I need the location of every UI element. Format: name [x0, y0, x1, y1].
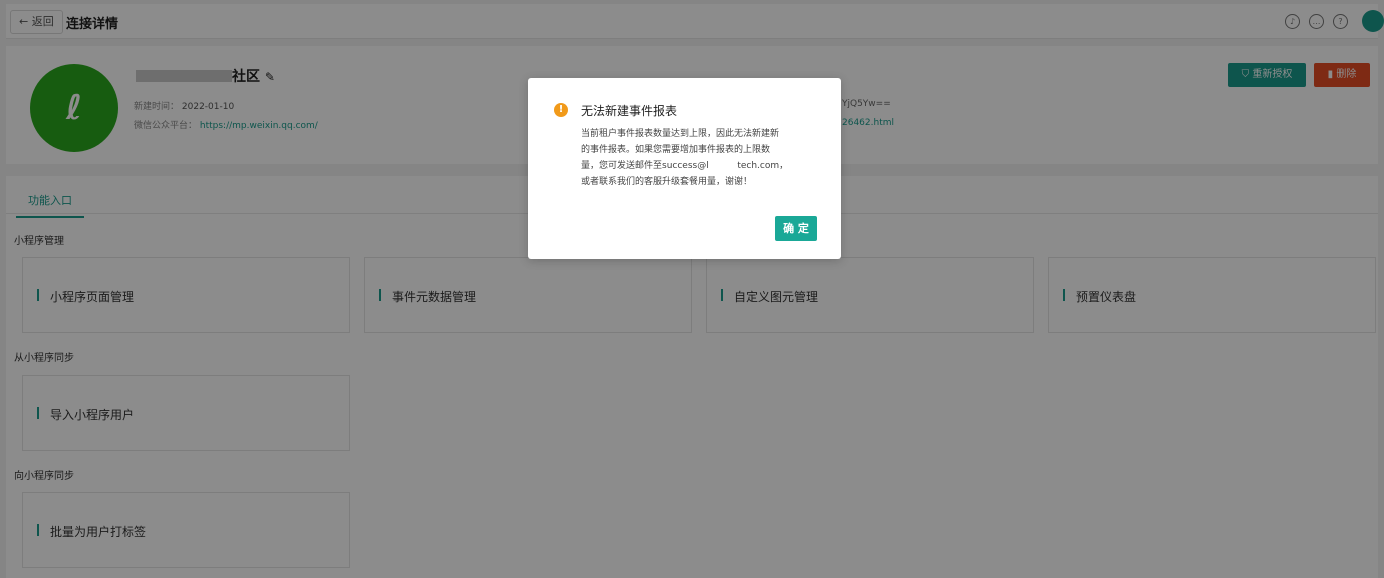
limit-dialog: ! 无法新建事件报表 当前租户事件报表数量达到上限，因此无法新建新 的事件报表。… [528, 78, 841, 259]
message-line: 或者联系我们的客服升级套餐用量，谢谢！ [581, 177, 753, 187]
warning-icon: ! [554, 103, 568, 117]
message-line: 的事件报表。如果您需要增加事件报表的上限数 [581, 145, 771, 155]
message-line: 量，您可发送邮件至success@l tech.com， [581, 161, 789, 171]
dialog-title: 无法新建事件报表 [581, 104, 678, 118]
app-window: ← 返回 连接详情 ♪ … ? ℓ 社区 ✎ 新建时间： 2022-01-10 … [0, 0, 1384, 578]
dialog-message: 当前租户事件报表数量达到上限，因此无法新建新 的事件报表。如果您需要增加事件报表… [581, 126, 817, 190]
confirm-button[interactable]: 确 定 [775, 216, 817, 241]
message-line: 当前租户事件报表数量达到上限，因此无法新建新 [581, 129, 780, 139]
